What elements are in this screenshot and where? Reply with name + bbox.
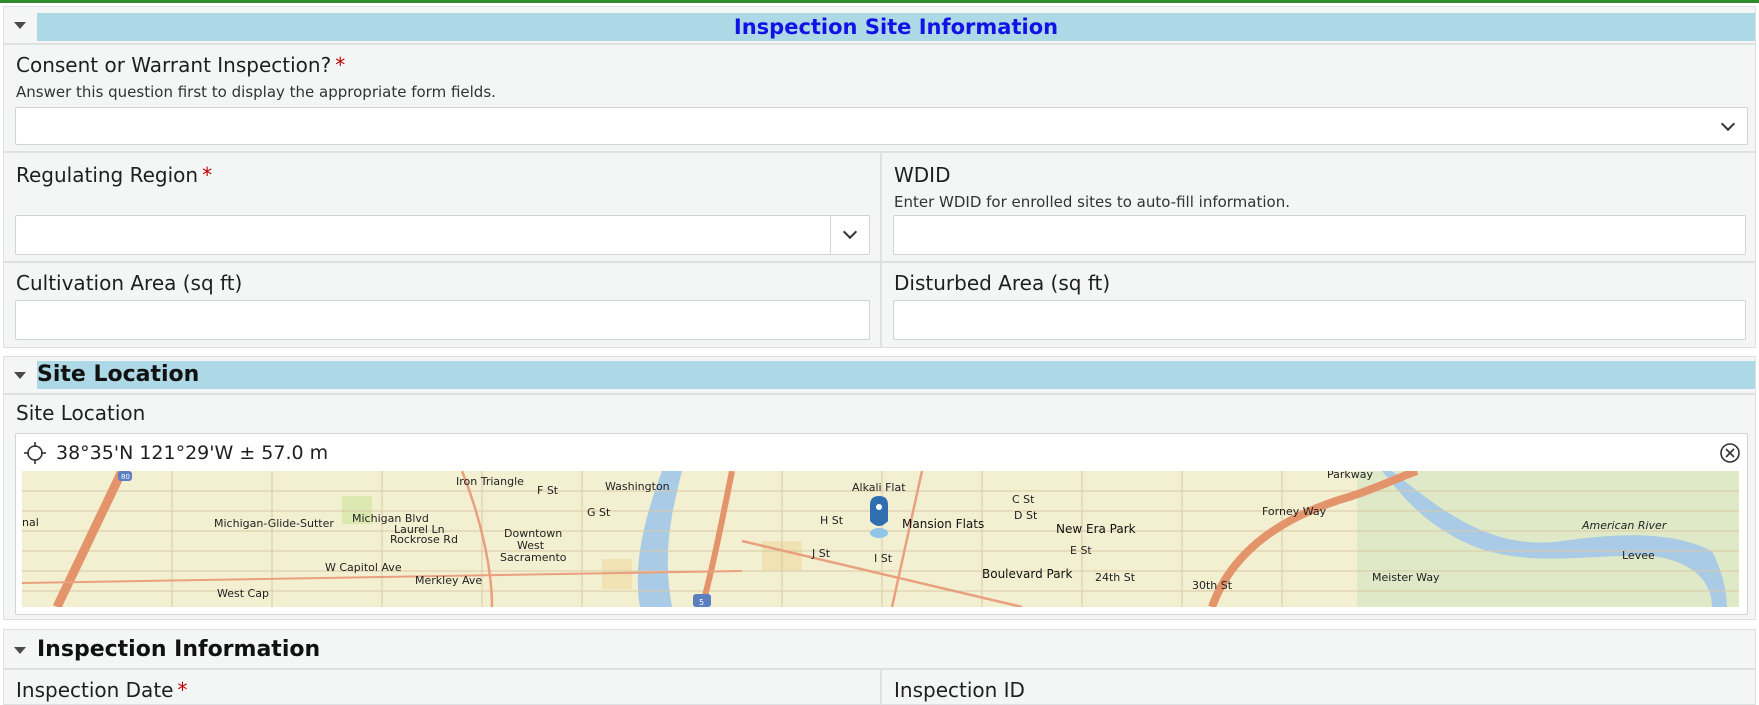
- map-label-boulevard-park: Boulevard Park: [982, 567, 1072, 581]
- section-title-bar: Site Location: [37, 361, 1755, 389]
- disturbed-label: Disturbed Area (sq ft): [894, 271, 1111, 295]
- map-label-american-river: American River: [1581, 519, 1668, 532]
- map-label-michigan-glide: Michigan-Glide-Sutter: [214, 517, 334, 530]
- map-label-h-st: H St: [820, 514, 844, 527]
- map-label-w-capitol: W Capitol Ave: [325, 561, 402, 574]
- location-map[interactable]: 80 5 nal Iron Triangle Washington Alkali…: [22, 471, 1739, 607]
- section-title: Inspection Site Information: [733, 15, 1059, 39]
- map-label-j-st: J St: [811, 547, 831, 560]
- map-label-new-era-park: New Era Park: [1056, 522, 1136, 536]
- map-label-meister: Meister Way: [1372, 571, 1440, 584]
- disturbed-cell: Disturbed Area (sq ft): [881, 262, 1756, 348]
- map-label-edge: nal: [22, 516, 39, 529]
- consent-cell: Consent or Warrant Inspection? * Answer t…: [3, 44, 1756, 152]
- map-label-e-st: E St: [1070, 544, 1092, 557]
- map-pin-icon[interactable]: [870, 496, 888, 538]
- select-divider: [830, 216, 831, 254]
- section-title: Site Location: [37, 362, 200, 387]
- shield-5-text: 5: [699, 598, 704, 607]
- map-label-iron-triangle: Iron Triangle: [456, 475, 524, 488]
- cultivation-input[interactable]: [15, 300, 870, 340]
- map-label-d-st: D St: [1014, 509, 1038, 522]
- map-label-f-st: F St: [537, 484, 559, 497]
- disturbed-input[interactable]: [893, 300, 1746, 340]
- map-label-forney: Forney Way: [1262, 505, 1327, 518]
- coordinates-text: 38°35'N 121°29'W ± 57.0 m: [56, 442, 329, 464]
- caret-down-icon[interactable]: [14, 647, 26, 654]
- clear-circle-icon[interactable]: [1719, 442, 1741, 464]
- wdid-cell: WDID Enter WDID for enrolled sites to au…: [881, 152, 1756, 262]
- required-marker: *: [202, 163, 213, 187]
- section-title-bar: Inspection Site Information: [37, 13, 1755, 41]
- map-label-rockrose-rd: Rockrose Rd: [390, 533, 458, 546]
- cultivation-cell: Cultivation Area (sq ft): [3, 262, 881, 348]
- map-label-levee: Levee: [1622, 549, 1655, 562]
- section-title: Inspection Information: [37, 637, 321, 662]
- map-label-mansion-flats: Mansion Flats: [902, 517, 984, 531]
- consent-select[interactable]: [15, 107, 1748, 145]
- inspection-date-cell: Inspection Date *: [3, 669, 881, 705]
- map-label-g-st: G St: [587, 506, 611, 519]
- map-label-c-st: C St: [1012, 493, 1035, 506]
- cultivation-label: Cultivation Area (sq ft): [16, 271, 243, 295]
- required-marker: *: [177, 678, 188, 702]
- crosshair-icon[interactable]: [24, 442, 46, 464]
- inspection-id-cell: Inspection ID: [881, 669, 1756, 705]
- required-marker: *: [335, 53, 346, 77]
- map-label-alkali-flat: Alkali Flat: [852, 481, 906, 494]
- map-label-i-st: I St: [874, 552, 893, 565]
- wdid-hint: Enter WDID for enrolled sites to auto-fi…: [894, 193, 1290, 211]
- region-label: Regulating Region *: [16, 163, 213, 187]
- map-label-sacramento: Sacramento: [500, 551, 567, 564]
- map-label-merkley: Merkley Ave: [415, 574, 482, 587]
- chevron-down-icon[interactable]: [1720, 116, 1736, 132]
- wdid-label: WDID: [894, 163, 951, 187]
- section-header-inspection-site[interactable]: Inspection Site Information: [3, 6, 1756, 44]
- chevron-down-icon[interactable]: [842, 224, 858, 240]
- inspection-id-label: Inspection ID: [894, 678, 1025, 702]
- caret-down-icon[interactable]: [14, 22, 26, 29]
- region-select[interactable]: [15, 215, 870, 255]
- map-label-west-cap: West Cap: [217, 587, 269, 600]
- section-header-inspection-info[interactable]: Inspection Information: [3, 629, 1756, 669]
- consent-hint: Answer this question first to display th…: [16, 83, 496, 101]
- region-cell: Regulating Region *: [3, 152, 881, 262]
- map-label-24th: 24th St: [1095, 571, 1136, 584]
- site-location-label: Site Location: [16, 401, 146, 425]
- wdid-input[interactable]: [893, 215, 1746, 255]
- map-label-washington: Washington: [605, 480, 670, 493]
- map-label-parkway: Parkway: [1327, 471, 1374, 481]
- section-header-site-location[interactable]: Site Location: [3, 356, 1756, 394]
- top-accent-line: [0, 0, 1759, 3]
- inspection-date-label: Inspection Date *: [16, 678, 188, 702]
- shield-80-text: 80: [121, 473, 130, 481]
- caret-down-icon[interactable]: [14, 372, 26, 379]
- consent-label: Consent or Warrant Inspection? *: [16, 53, 346, 77]
- map-label-30th: 30th St: [1192, 579, 1233, 592]
- section-title-bar: Inspection Information: [37, 636, 1755, 664]
